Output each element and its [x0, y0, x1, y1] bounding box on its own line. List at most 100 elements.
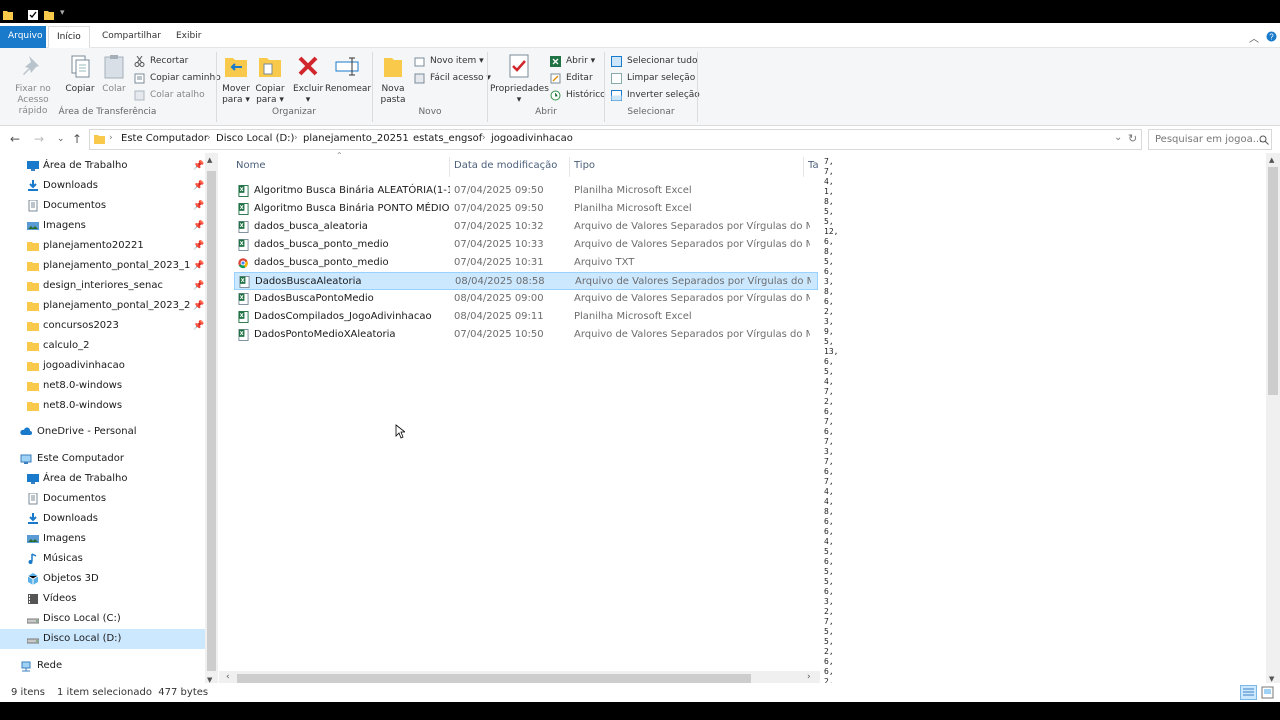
nav-item-network[interactable]: Rede [0, 656, 205, 676]
copy-button[interactable]: Copiar [64, 52, 96, 95]
select-none-button[interactable]: Limpar seleção [609, 70, 695, 86]
scroll-down-icon[interactable]: ▼ [1269, 675, 1274, 683]
collapse-ribbon-icon[interactable]: ︿ [1249, 30, 1259, 45]
search-input[interactable]: Pesquisar em jogoa... [1155, 134, 1262, 145]
nav-item-quick-access[interactable]: Área de Trabalho 📌 [0, 156, 205, 176]
tab-home[interactable]: Início [48, 26, 90, 48]
search-box[interactable]: Pesquisar em jogoa... [1148, 129, 1272, 150]
breadcrumb-separator-icon[interactable]: › [404, 133, 408, 143]
scroll-up-icon[interactable]: ▲ [1269, 156, 1274, 164]
nav-item-quick-access[interactable]: net8.0-windows [0, 396, 205, 416]
nav-item-this-pc-child[interactable]: Downloads [0, 509, 205, 529]
rename-button[interactable]: Renomear [325, 52, 371, 95]
address-bar[interactable]: › Este Computador › Disco Local (D:) › p… [89, 129, 1142, 150]
pin-icon[interactable]: 📌 [193, 256, 204, 276]
new-folder-quick-icon[interactable] [44, 10, 54, 20]
file-row[interactable]: DadosCompilados_JogoAdivinhacao 08/04/202… [234, 308, 818, 326]
column-header-date[interactable]: Data de modificação [454, 160, 557, 171]
column-divider[interactable] [449, 157, 450, 177]
easy-access-button[interactable]: Fácil acesso ▾ [412, 70, 491, 86]
file-row[interactable]: dados_busca_ponto_medio 07/04/2025 10:33 A… [234, 236, 818, 254]
nav-item-this-pc-child[interactable]: Disco Local (D:) [0, 629, 205, 649]
breadcrumb-item[interactable]: Este Computador [121, 133, 208, 144]
nav-item-quick-access[interactable]: planejamento_pontal_2023_1 📌 [0, 256, 205, 276]
select-all-button[interactable]: Selecionar tudo [609, 53, 697, 69]
breadcrumb-item[interactable]: Disco Local (D:) [216, 133, 294, 144]
pin-icon[interactable]: 📌 [193, 216, 204, 236]
back-arrow-icon[interactable]: ← [10, 132, 20, 146]
nav-item-this-pc-child[interactable]: Imagens [0, 529, 205, 549]
forward-arrow-icon[interactable]: → [34, 132, 44, 146]
pin-icon[interactable]: 📌 [193, 196, 204, 216]
move-to-button[interactable]: Mover para ▾ [220, 52, 252, 106]
nav-item-this-pc-child[interactable]: Disco Local (C:) [0, 609, 205, 629]
pin-icon[interactable]: 📌 [193, 176, 204, 196]
preview-scrollbar-thumb[interactable] [1268, 167, 1278, 395]
nav-item-quick-access[interactable]: Imagens 📌 [0, 216, 205, 236]
file-row[interactable]: Algoritmo Busca Binária PONTO MÉDIO(... 0… [234, 200, 818, 218]
nav-scrollbar[interactable]: ▲ ▼ [205, 153, 218, 687]
nav-item-quick-access[interactable]: Documentos 📌 [0, 196, 205, 216]
scroll-left-icon[interactable]: ‹ [226, 672, 230, 682]
nav-item-quick-access[interactable]: Downloads 📌 [0, 176, 205, 196]
nav-item-quick-access[interactable]: concursos2023 📌 [0, 316, 205, 336]
edit-button[interactable]: Editar [548, 70, 593, 86]
column-divider[interactable] [803, 157, 804, 177]
help-icon[interactable]: ? [1266, 31, 1277, 42]
copy-to-button[interactable]: Copiar para ▾ [254, 52, 286, 106]
file-row[interactable]: DadosBuscaAleatoria 08/04/2025 08:58 Arqui… [234, 272, 818, 290]
file-row[interactable]: Algoritmo Busca Binária ALEATÓRIA(1-14) 0… [234, 182, 818, 200]
tab-file[interactable]: Arquivo [0, 26, 46, 48]
details-view-icon[interactable] [1240, 685, 1257, 700]
new-item-button[interactable]: Novo item ▾ [412, 53, 484, 69]
nav-item-quick-access[interactable]: jogoadivinhacao [0, 356, 205, 376]
copy-path-button[interactable]: Copiar caminho [132, 70, 221, 86]
invert-selection-button[interactable]: Inverter seleção [609, 87, 700, 103]
nav-item-quick-access[interactable]: calculo_2 [0, 336, 205, 356]
address-history-dropdown-icon[interactable]: ⌄ [1114, 132, 1122, 143]
paste-shortcut-button[interactable]: Colar atalho [132, 87, 205, 103]
paste-button[interactable]: Colar [100, 52, 128, 95]
breadcrumb-separator-icon[interactable]: › [207, 133, 211, 143]
column-header-name[interactable]: Nome [236, 160, 266, 171]
nav-item-quick-access[interactable]: planejamento_pontal_2023_2 📌 [0, 296, 205, 316]
nav-item-quick-access[interactable]: net8.0-windows [0, 376, 205, 396]
nav-item-quick-access[interactable]: planejamento20221 📌 [0, 236, 205, 256]
tab-view[interactable]: Exibir [168, 26, 209, 48]
file-row[interactable]: DadosBuscaPontoMedio 08/04/2025 09:00 Arqu… [234, 290, 818, 308]
breadcrumb-separator-icon[interactable]: › [482, 133, 486, 143]
delete-button[interactable]: Excluir ▾ [293, 52, 323, 106]
pin-icon[interactable]: 📌 [193, 156, 204, 176]
cut-button[interactable]: Recortar [132, 53, 188, 69]
nav-item-this-pc-child[interactable]: Área de Trabalho [0, 469, 205, 489]
breadcrumb-item[interactable]: jogoadivinhacao [491, 133, 573, 144]
refresh-icon[interactable]: ↻ [1128, 132, 1137, 145]
scroll-up-icon[interactable]: ▲ [207, 156, 212, 164]
column-divider[interactable] [569, 157, 570, 177]
breadcrumb-item[interactable]: estats_engsof [413, 133, 482, 144]
file-row[interactable]: DadosPontoMedioXAleatoria 07/04/2025 10:5… [234, 326, 818, 344]
large-icons-view-icon[interactable] [1261, 686, 1274, 699]
scroll-right-icon[interactable]: › [807, 672, 811, 682]
tab-share[interactable]: Compartilhar [94, 26, 169, 48]
nav-item-this-pc-child[interactable]: Objetos 3D [0, 569, 205, 589]
nav-item-this-pc-child[interactable]: Músicas [0, 549, 205, 569]
nav-item-this-pc[interactable]: Este Computador [0, 449, 205, 469]
pin-icon[interactable]: 📌 [193, 276, 204, 296]
history-button[interactable]: Histórico [548, 87, 606, 103]
pin-icon[interactable]: 📌 [193, 296, 204, 316]
nav-item-onedrive[interactable]: OneDrive - Personal [0, 422, 205, 442]
pin-icon[interactable]: 📌 [193, 316, 204, 336]
preview-scrollbar[interactable]: ▲ ▼ [1266, 153, 1280, 687]
properties-quick-icon[interactable] [28, 10, 38, 20]
open-button[interactable]: Abrir ▾ [548, 53, 595, 69]
column-header-size[interactable]: Ta [808, 160, 819, 171]
file-row[interactable]: dados_busca_aleatoria 07/04/2025 10:32 Arq… [234, 218, 818, 236]
file-row[interactable]: dados_busca_ponto_medio 07/04/2025 10:31 A… [234, 254, 818, 272]
list-horizontal-scrollbar-thumb[interactable] [237, 674, 751, 683]
nav-item-this-pc-child[interactable]: Vídeos [0, 589, 205, 609]
properties-button[interactable]: Propriedades ▾ [490, 52, 549, 106]
search-icon[interactable] [1259, 135, 1269, 145]
column-header-type[interactable]: Tipo [574, 160, 595, 171]
pin-icon[interactable]: 📌 [193, 236, 204, 256]
